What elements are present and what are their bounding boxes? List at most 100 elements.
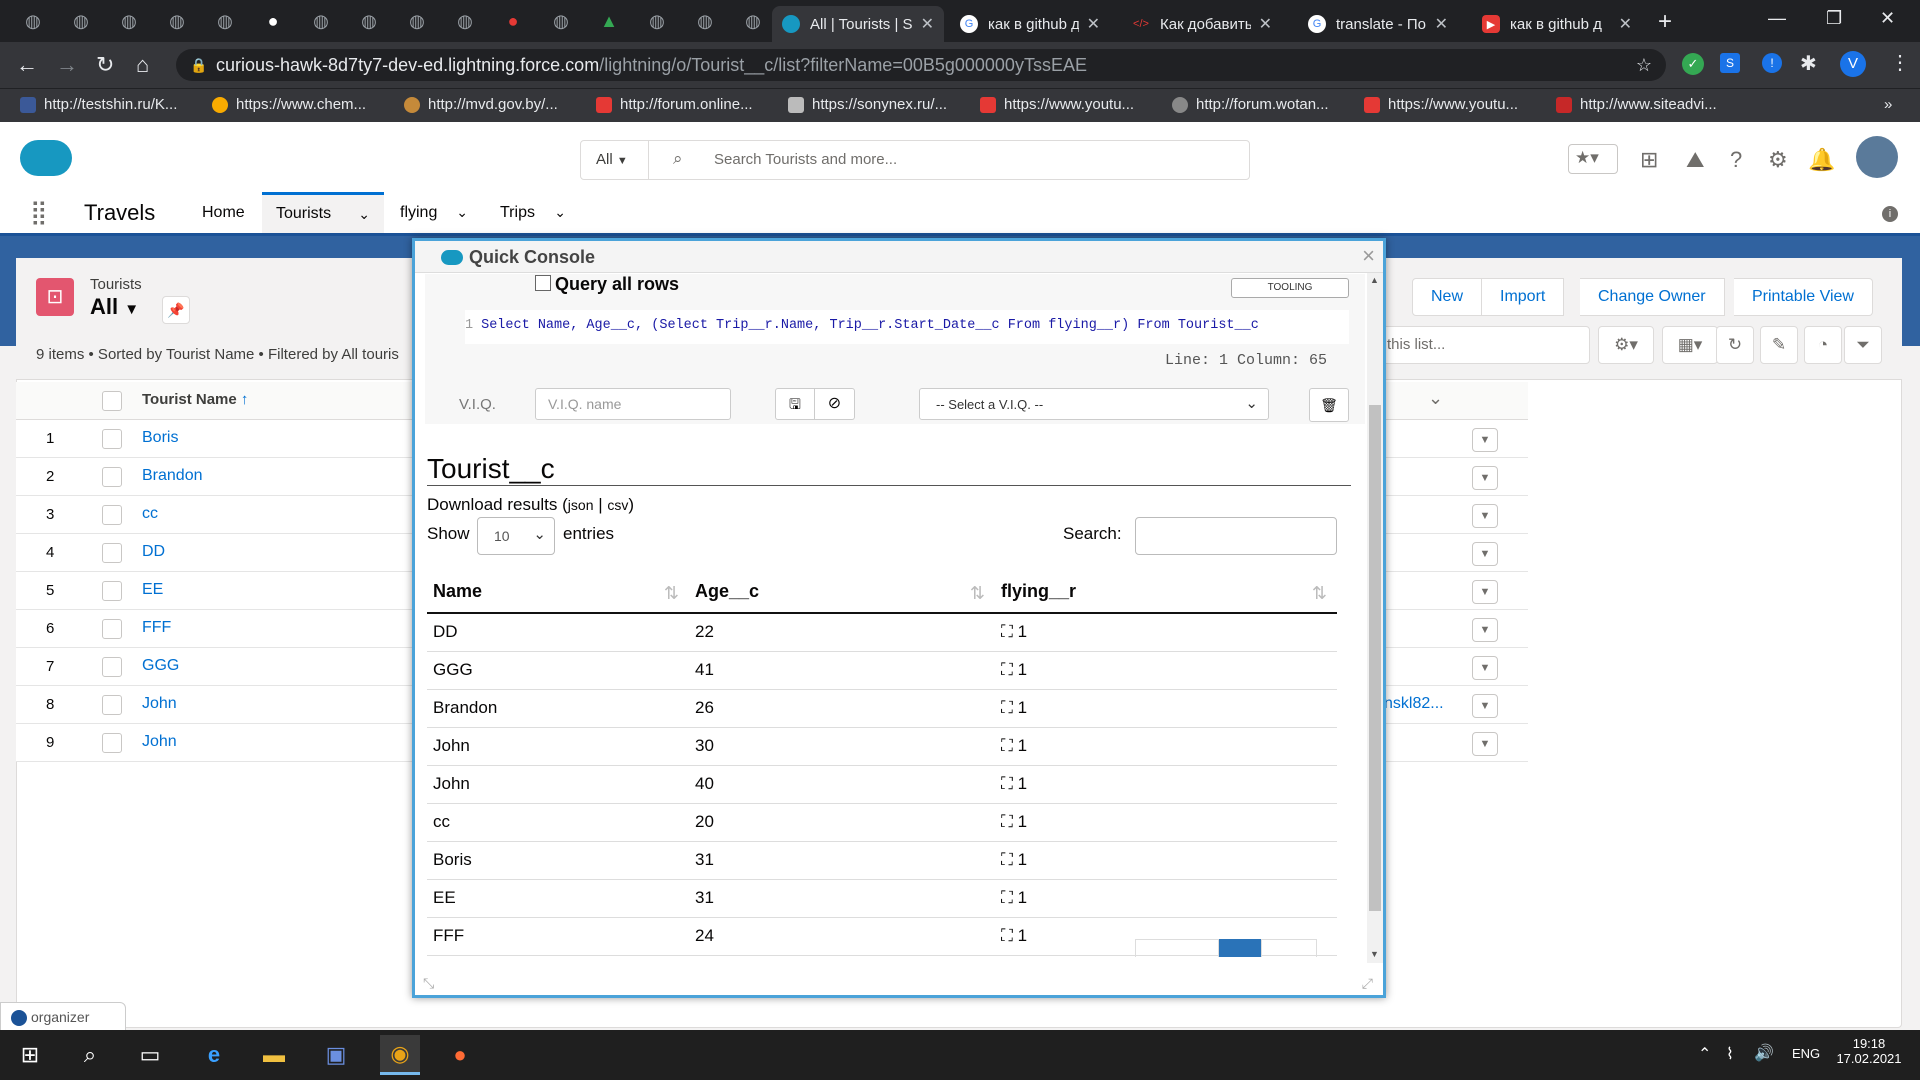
close-icon[interactable]: ✕ xyxy=(1619,14,1632,34)
app-launcher-icon[interactable]: ⣿ xyxy=(30,198,48,227)
volume-icon[interactable]: 🔊 xyxy=(1754,1043,1774,1063)
row-checkbox[interactable] xyxy=(102,695,122,715)
trash-icon[interactable]: 🗑 xyxy=(1309,388,1349,422)
row-checkbox[interactable] xyxy=(102,429,122,449)
pinned-tab-icon[interactable]: ◍ xyxy=(20,8,46,34)
favorites-star-icon[interactable]: ★▾ xyxy=(1568,144,1618,174)
bookmark-item[interactable]: https://sonynex.ru/... xyxy=(788,96,947,113)
entries-select[interactable]: 10 ⌄ xyxy=(477,517,555,555)
pinned-tab-icon[interactable]: ◍ xyxy=(356,8,382,34)
filter-icon[interactable]: ⏷ xyxy=(1844,326,1882,364)
close-icon[interactable]: ✕ xyxy=(921,14,934,34)
search-scope-select[interactable]: All ▼ xyxy=(581,141,649,179)
column-age[interactable]: Age__c ⇅ xyxy=(689,571,995,614)
bookmark-item[interactable]: http://mvd.gov.by/... xyxy=(404,96,558,113)
quick-console-titlebar[interactable]: Quick Console × xyxy=(415,241,1383,273)
pinned-tab-icon[interactable]: ◍ xyxy=(548,8,574,34)
tourist-link[interactable]: John xyxy=(142,695,177,713)
language-indicator[interactable]: ENG xyxy=(1792,1046,1820,1061)
close-icon[interactable]: ✕ xyxy=(1435,14,1448,34)
pinned-tab-icon[interactable]: ◍ xyxy=(68,8,94,34)
close-icon[interactable]: × xyxy=(1362,243,1375,269)
bookmark-item[interactable]: http://testshin.ru/K... xyxy=(20,96,177,113)
new-button[interactable]: New xyxy=(1412,278,1483,316)
minimize-icon[interactable]: — xyxy=(1768,8,1786,29)
nav-flying[interactable]: flying ⌄ xyxy=(386,192,482,233)
row-actions-icon[interactable]: ▼ xyxy=(1472,580,1498,604)
row-checkbox[interactable] xyxy=(102,581,122,601)
edit-icon[interactable]: ✎ xyxy=(1760,326,1798,364)
binoculars-icon[interactable]: ⛶ xyxy=(1001,926,1013,945)
printable-view-button[interactable]: Printable View xyxy=(1734,278,1873,316)
pinned-tab-icon[interactable]: ◍ xyxy=(212,8,238,34)
trailhead-icon[interactable]: ⛰ xyxy=(1686,147,1704,173)
binoculars-icon[interactable]: ⛶ xyxy=(1001,774,1013,793)
new-tab-button[interactable]: + xyxy=(1658,8,1672,36)
scroll-down-icon[interactable]: ▼ xyxy=(1370,949,1379,959)
tab-tourists[interactable]: All | Tourists | S ✕ xyxy=(772,6,944,42)
close-icon[interactable]: ✕ xyxy=(1087,14,1100,34)
row-checkbox[interactable] xyxy=(102,543,122,563)
pagination-current[interactable] xyxy=(1219,939,1261,957)
tab-github[interactable]: G как в github д ✕ xyxy=(950,6,1110,42)
row-actions-icon[interactable]: ▼ xyxy=(1472,504,1498,528)
salesforce-logo[interactable] xyxy=(20,140,72,176)
pagination-button[interactable] xyxy=(1261,939,1317,957)
results-search-input[interactable] xyxy=(1135,517,1337,555)
help-icon[interactable]: ? xyxy=(1730,147,1742,173)
resize-icon[interactable]: ⤢ xyxy=(1362,975,1373,992)
binoculars-icon[interactable]: ⛶ xyxy=(1001,850,1013,869)
search-list-input[interactable]: this list... xyxy=(1376,326,1590,364)
bookmarks-overflow[interactable]: » xyxy=(1884,96,1892,113)
row-checkbox[interactable] xyxy=(102,657,122,677)
chrome-icon[interactable]: ◉ xyxy=(380,1035,420,1075)
organizer-tab[interactable]: organizer xyxy=(0,1002,126,1032)
gear-icon[interactable]: ⚙ xyxy=(1768,147,1788,173)
tourist-link[interactable]: DD xyxy=(142,543,165,561)
profile-avatar[interactable]: V xyxy=(1840,51,1866,77)
save-disk-icon[interactable]: ▣ xyxy=(316,1040,356,1070)
chat-icon[interactable]: ● xyxy=(500,8,526,34)
home-icon[interactable]: ⌂ xyxy=(136,52,149,78)
pin-icon[interactable]: 📌 xyxy=(162,296,190,324)
bookmark-item[interactable]: https://www.youtu... xyxy=(980,96,1134,113)
back-arrow-icon[interactable]: ← xyxy=(16,52,38,78)
bookmark-item[interactable]: http://www.siteadvi... xyxy=(1556,96,1717,113)
viq-name-input[interactable]: V.I.Q. name xyxy=(535,388,731,420)
row-actions-icon[interactable]: ▼ xyxy=(1472,694,1498,718)
pinned-tab-icon[interactable]: ◍ xyxy=(452,8,478,34)
download-csv-link[interactable]: csv xyxy=(607,497,628,513)
select-all-checkbox[interactable] xyxy=(102,391,122,411)
bookmark-item[interactable]: http://forum.online... xyxy=(596,96,753,113)
row-checkbox[interactable] xyxy=(102,733,122,753)
import-button[interactable]: Import xyxy=(1482,278,1565,316)
close-icon[interactable]: ✕ xyxy=(1259,14,1272,34)
clear-icon[interactable]: ⊘ xyxy=(815,388,855,420)
drop-app-icon[interactable]: ● xyxy=(440,1040,480,1070)
refresh-icon[interactable]: ↻ xyxy=(1716,326,1754,364)
row-actions-icon[interactable]: ▼ xyxy=(1472,618,1498,642)
avatar[interactable] xyxy=(1856,136,1898,178)
bookmark-star-icon[interactable]: ☆ xyxy=(1636,49,1652,81)
chevron-down-icon[interactable]: ⌄ xyxy=(358,195,370,233)
forward-arrow-icon[interactable]: → xyxy=(56,52,78,78)
list-settings-icon[interactable]: ⚙▾ xyxy=(1598,326,1654,364)
scroll-up-icon[interactable]: ▲ xyxy=(1370,275,1379,285)
nav-tourists[interactable]: Tourists ⌄ xyxy=(262,192,384,233)
chevron-down-icon[interactable]: ⌄ xyxy=(554,192,566,233)
reload-icon[interactable]: ↻ xyxy=(96,52,114,78)
url-field[interactable]: 🔒 curious-hawk-8d7ty7-dev-ed.lightning.f… xyxy=(176,49,1666,81)
scrollbar-thumb[interactable] xyxy=(1369,405,1381,911)
chevron-down-icon[interactable]: ⌄ xyxy=(456,192,468,233)
viq-select[interactable]: -- Select a V.I.Q. -- ⌄ xyxy=(919,388,1269,420)
resize-icon[interactable]: ⤡ xyxy=(423,975,434,992)
binoculars-icon[interactable]: ⛶ xyxy=(1001,812,1013,831)
chevron-down-icon[interactable]: ⌄ xyxy=(1428,388,1443,409)
task-view-icon[interactable]: ▭ xyxy=(130,1040,170,1070)
edge-icon[interactable]: e xyxy=(194,1040,234,1070)
nav-trips[interactable]: Trips ⌄ xyxy=(486,192,576,233)
window-close-icon[interactable]: ✕ xyxy=(1880,8,1895,29)
row-actions-icon[interactable]: ▼ xyxy=(1472,732,1498,756)
pinned-tab-icon[interactable]: ◍ xyxy=(692,8,718,34)
nav-home[interactable]: Home xyxy=(188,192,259,233)
